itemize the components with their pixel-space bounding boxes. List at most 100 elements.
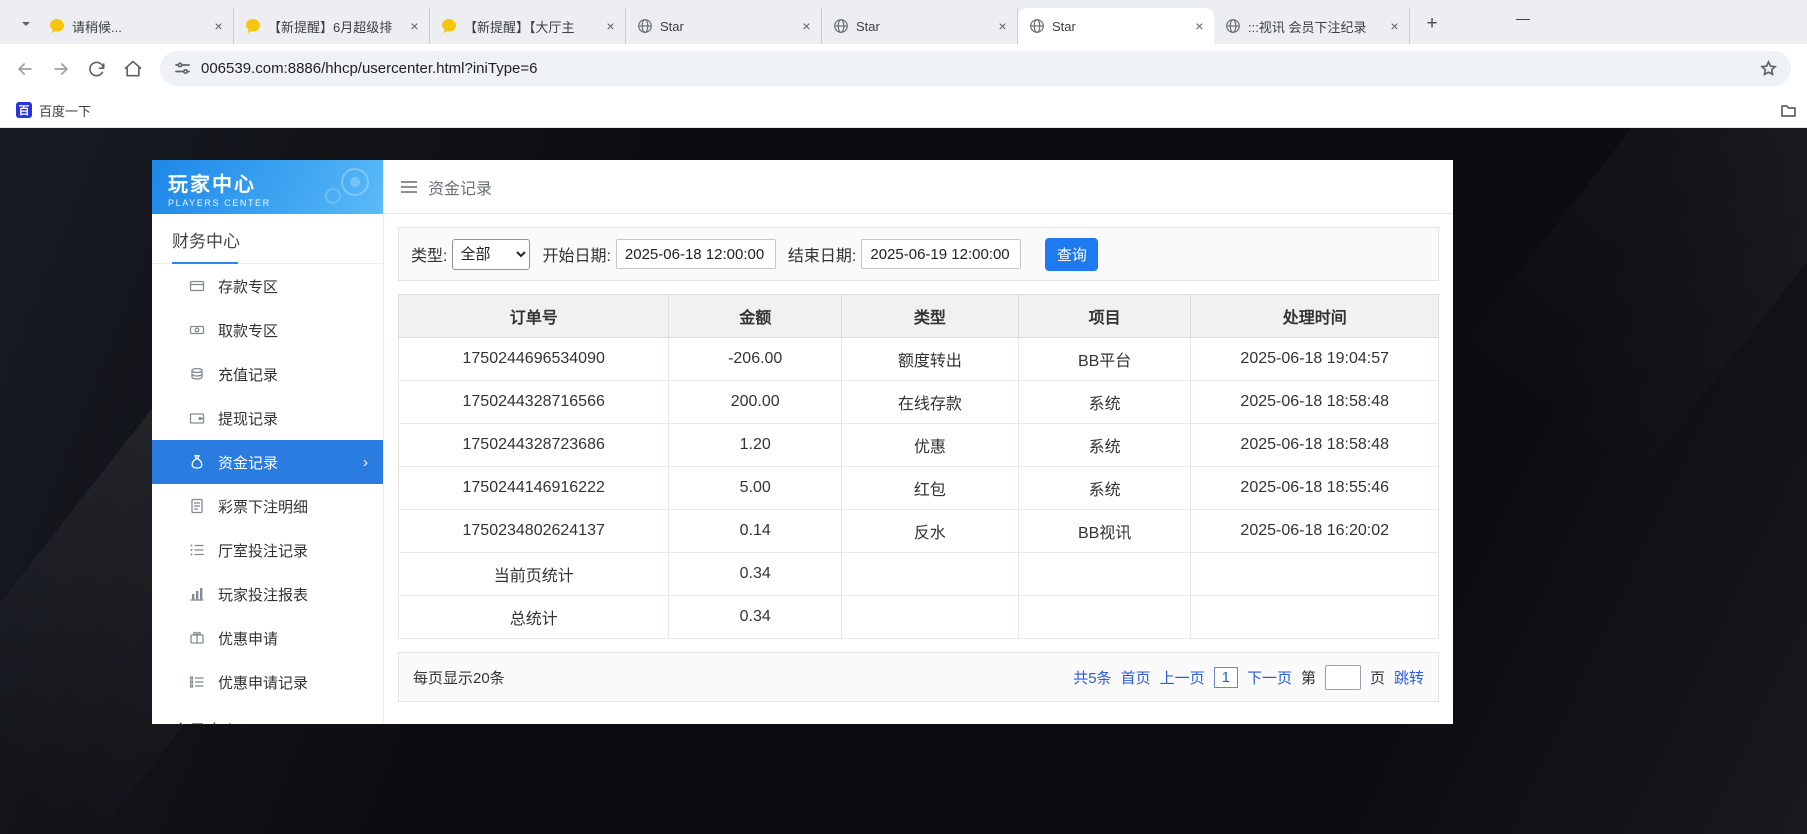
cell-empty [1190,595,1439,639]
window-minimize-button[interactable]: — [1508,10,1538,26]
tab-close-icon[interactable]: × [406,18,423,35]
tab-notice-1[interactable]: 【新提醒】6月超级排 × [234,8,430,44]
page-jump-input[interactable] [1324,664,1361,690]
jump-link[interactable]: 跳转 [1394,667,1424,688]
sidebar-item-lottery-bet-details[interactable]: 彩票下注明细 [152,484,383,528]
sidebar-item-label: 优惠申请记录 [218,674,309,692]
end-date-input[interactable] [861,239,1022,269]
tab-title: :::视讯 会员下注纪录 [1248,19,1367,35]
sidebar-item-promo-apply[interactable]: 优惠申请 [152,616,383,660]
tab-title: Star [1052,18,1076,34]
tab-close-icon[interactable]: × [1191,18,1208,35]
tab-close-icon[interactable]: × [798,18,815,35]
funds-records-table: 订单号 金额 类型 项目 处理时间 1750244696534090 -206.… [397,294,1439,639]
cell-amount: -206.00 [668,337,843,381]
sidebar-item-label: 充值记录 [218,366,279,384]
tab-title: Star [856,18,880,34]
sidebar-item-label: 资金记录 [218,454,279,472]
cell-type: 红包 [841,466,1019,510]
sidebar-item-label: 彩票下注明细 [218,498,309,516]
tab-video-records[interactable]: :::视讯 会员下注纪录 × [1214,8,1410,44]
next-page-link[interactable]: 下一页 [1247,667,1292,688]
back-button[interactable] [8,52,42,86]
cell-time: 2025-06-18 18:55:46 [1190,466,1439,510]
main-content: 资金记录 类型: 全部 开始日期: 结束日期: 查询 [383,160,1453,724]
col-header-time: 处理时间 [1190,294,1439,338]
start-date-input[interactable] [615,239,776,269]
page-background: 玩家中心 PLAYERS CENTER 财务中心 存款专区 取款专区 充值记录 … [0,128,1807,834]
tab-search-icon[interactable] [20,18,34,32]
cell-time: 2025-06-18 18:58:48 [1190,423,1439,467]
table-row: 1750244696534090 -206.00 额度转出 BB平台 2025-… [397,337,1439,381]
sidebar-item-funds-records[interactable]: 资金记录 › [152,440,383,484]
sidebar-item-player-bet-report[interactable]: 玩家投注报表 [152,572,383,616]
table-row-page-total: 当前页统计 0.34 [397,552,1439,596]
site-settings-icon[interactable] [174,60,191,77]
sidebar-item-label: 存款专区 [218,278,279,296]
sidebar-item-deposit[interactable]: 存款专区 [152,264,383,308]
tab-close-icon[interactable]: × [1386,18,1403,35]
cell-amount: 0.34 [668,595,843,639]
sidebar-item-hall-bet-records[interactable]: 厅室投注记录 [152,528,383,572]
bookmark-baidu[interactable]: 百 百度一下 [10,98,97,123]
table-row: 1750234802624137 0.14 反水 BB视讯 2025-06-18… [397,509,1439,553]
tab-title: 请稍候... [72,19,122,35]
new-tab-button[interactable]: + [1418,10,1446,38]
sidebar-item-withdraw[interactable]: 取款专区 [152,308,383,352]
baidu-favicon: 百 [16,102,32,118]
tab-close-icon[interactable]: × [602,18,619,35]
tab-star-active[interactable]: Star × [1018,8,1214,44]
type-label: 类型: [411,248,448,265]
table-header-row: 订单号 金额 类型 项目 处理时间 [397,294,1439,338]
page-suffix-label: 页 [1369,669,1385,687]
table-row: 1750244328716566 200.00 在线存款 系统 2025-06-… [397,380,1439,424]
tab-star-2[interactable]: Star × [822,8,1018,44]
tab-loading[interactable]: 请稍候... × [38,8,234,44]
cell-empty [1190,552,1439,596]
sidebar-item-cashout-records[interactable]: 提现记录 [152,396,383,440]
tab-close-icon[interactable]: × [994,18,1011,35]
gamepad-icon [317,166,373,211]
sidebar-item-promo-apply-records[interactable]: 优惠申请记录 [152,660,383,704]
address-bar[interactable]: 006539.com:8886/hhcp/usercenter.html?ini… [160,51,1791,86]
tab-close-icon[interactable]: × [210,18,227,35]
tab-title: 【新提醒】6月超级排 [268,19,393,35]
url-text[interactable]: 006539.com:8886/hhcp/usercenter.html?ini… [201,60,1750,77]
cell-order: 1750244696534090 [397,337,670,381]
bookmark-star-icon[interactable] [1760,60,1777,77]
cell-amount: 1.20 [668,423,843,467]
bookmarks-folder-icon[interactable] [1780,102,1797,119]
current-page-badge[interactable]: 1 [1213,666,1238,688]
tab-star-1[interactable]: Star × [626,8,822,44]
cell-amount: 0.34 [668,552,843,596]
cell-amount: 200.00 [668,380,843,424]
banknote-icon [189,322,205,338]
cell-type: 优惠 [841,423,1019,467]
prev-page-link[interactable]: 上一页 [1160,667,1205,688]
bookmark-label: 百度一下 [39,103,92,119]
sidebar-item-label: 提现记录 [218,410,279,428]
filter-bar: 类型: 全部 开始日期: 结束日期: 查询 [398,227,1439,281]
chat-favicon [245,18,261,34]
search-button[interactable]: 查询 [1045,237,1099,271]
sidebar-header: 玩家中心 PLAYERS CENTER [152,160,383,214]
forward-button[interactable] [44,52,78,86]
tab-notice-2[interactable]: 【新提醒】【大厅主 × [430,8,626,44]
pagination-bar: 每页显示20条 共5条 首页 上一页 1 下一页 第 页 跳转 [398,652,1439,702]
cell-order: 1750244146916222 [397,466,670,510]
first-page-link[interactable]: 首页 [1121,667,1151,688]
list-icon [189,542,205,558]
cell-empty [841,552,1019,596]
cell-item: BB视讯 [1017,509,1192,553]
cell-order: 1750234802624137 [397,509,670,553]
home-button[interactable] [116,52,150,86]
table-row-grand-total: 总统计 0.34 [397,595,1439,639]
reload-button[interactable] [80,52,114,86]
main-header: 资金记录 [384,160,1453,214]
col-header-item: 项目 [1017,294,1192,338]
chevron-right-icon: › [363,453,368,471]
sidebar-item-recharge-records[interactable]: 充值记录 [152,352,383,396]
chat-favicon [441,18,457,34]
sidebar: 玩家中心 PLAYERS CENTER 财务中心 存款专区 取款专区 充值记录 … [152,160,383,724]
type-select[interactable]: 全部 [452,238,531,270]
